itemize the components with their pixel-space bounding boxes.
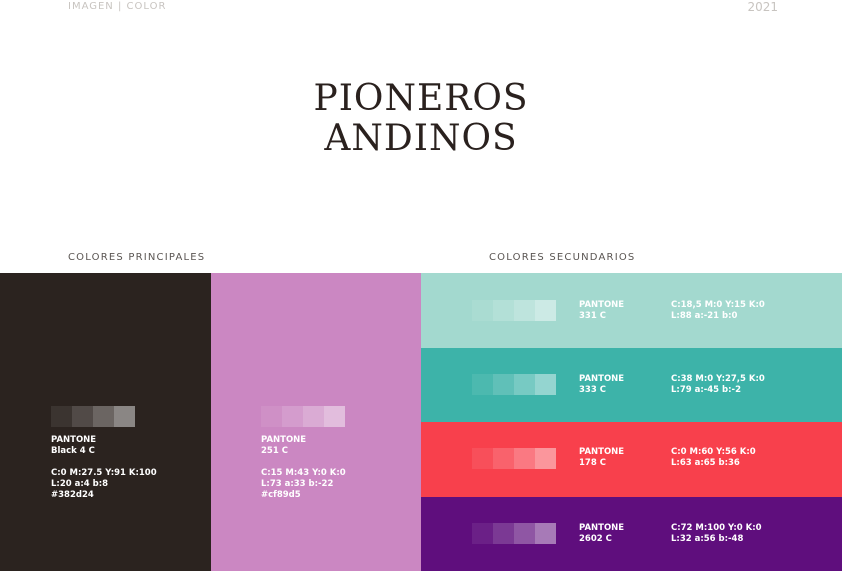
header-section-label: IMAGEN | COLOR	[68, 1, 167, 12]
tint-swatch	[114, 406, 135, 427]
tint-swatch	[282, 406, 303, 427]
tint-swatch	[93, 406, 114, 427]
pantone-label: PANTONE	[579, 523, 625, 533]
tint-swatch	[514, 374, 535, 395]
tint-swatch	[72, 406, 93, 427]
tint-swatch	[535, 300, 556, 321]
lab-values: L:73 a:33 b:-22	[261, 479, 334, 489]
hex-value: #cf89d5	[261, 490, 301, 500]
color-block-pink: PANTONE 251 C C:15 M:43 Y:0 K:0 L:73 a:3…	[211, 273, 421, 571]
pantone-code: 178 C	[579, 458, 606, 468]
lab-values: L:88 a:-21 b:0	[671, 311, 738, 321]
cmyk-values: C:38 M:0 Y:27,5 K:0	[671, 374, 765, 384]
tint-swatch	[514, 448, 535, 469]
header-year: 2021	[747, 0, 778, 14]
tint-swatch	[324, 406, 345, 427]
tint-swatch	[472, 448, 493, 469]
pantone-label: PANTONE	[579, 300, 625, 310]
tint-swatches	[472, 300, 556, 321]
tint-swatches	[51, 406, 135, 427]
tint-swatch	[493, 374, 514, 395]
lab-values: L:20 a:4 b:8	[51, 479, 109, 489]
lab-values: L:32 a:56 b:-48	[671, 534, 744, 544]
logo-line-1: PIONEROS	[313, 78, 529, 119]
tint-swatch	[514, 523, 535, 544]
section-title-principal: COLORES PRINCIPALES	[68, 252, 206, 263]
tint-swatch	[493, 300, 514, 321]
tint-swatch	[514, 300, 535, 321]
lab-values: L:79 a:-45 b:-2	[671, 385, 741, 395]
tint-swatch	[303, 406, 324, 427]
tint-swatch	[535, 523, 556, 544]
cmyk-values: C:15 M:43 Y:0 K:0	[261, 468, 346, 478]
tint-swatch	[261, 406, 282, 427]
lab-values: L:63 a:65 b:36	[671, 458, 740, 468]
color-block-red: PANTONE 178 C C:0 M:60 Y:56 K:0 L:63 a:6…	[421, 422, 842, 497]
hex-value: #382d24	[51, 490, 94, 500]
tint-swatches	[472, 448, 556, 469]
pantone-label: PANTONE	[579, 447, 625, 457]
tint-swatches	[261, 406, 345, 427]
pantone-code: 333 C	[579, 385, 606, 395]
pantone-code: 2602 C	[579, 534, 612, 544]
logo-line-2: ANDINOS	[324, 118, 518, 159]
tint-swatch	[472, 523, 493, 544]
pantone-code: 331 C	[579, 311, 606, 321]
cmyk-values: C:0 M:27.5 Y:91 K:100	[51, 468, 157, 478]
pantone-label: PANTONE	[51, 435, 97, 445]
tint-swatches	[472, 374, 556, 395]
cmyk-values: C:72 M:100 Y:0 K:0	[671, 523, 762, 533]
pantone-code: Black 4 C	[51, 446, 95, 456]
tint-swatches	[472, 523, 556, 544]
tint-swatch	[493, 523, 514, 544]
pantone-code: 251 C	[261, 446, 288, 456]
cmyk-values: C:18,5 M:0 Y:15 K:0	[671, 300, 765, 310]
tint-swatch	[51, 406, 72, 427]
color-block-teal: PANTONE 333 C C:38 M:0 Y:27,5 K:0 L:79 a…	[421, 348, 842, 422]
pantone-label: PANTONE	[579, 374, 625, 384]
tint-swatch	[493, 448, 514, 469]
section-title-secondary: COLORES SECUNDARIOS	[489, 252, 636, 263]
tint-swatch	[472, 300, 493, 321]
color-block-purple: PANTONE 2602 C C:72 M:100 Y:0 K:0 L:32 a…	[421, 497, 842, 571]
cmyk-values: C:0 M:60 Y:56 K:0	[671, 447, 756, 457]
tint-swatch	[535, 448, 556, 469]
color-block-black: PANTONE Black 4 C C:0 M:27.5 Y:91 K:100 …	[0, 273, 211, 571]
color-block-mint: PANTONE 331 C C:18,5 M:0 Y:15 K:0 L:88 a…	[421, 273, 842, 348]
tint-swatch	[535, 374, 556, 395]
pantone-label: PANTONE	[261, 435, 307, 445]
tint-swatch	[472, 374, 493, 395]
